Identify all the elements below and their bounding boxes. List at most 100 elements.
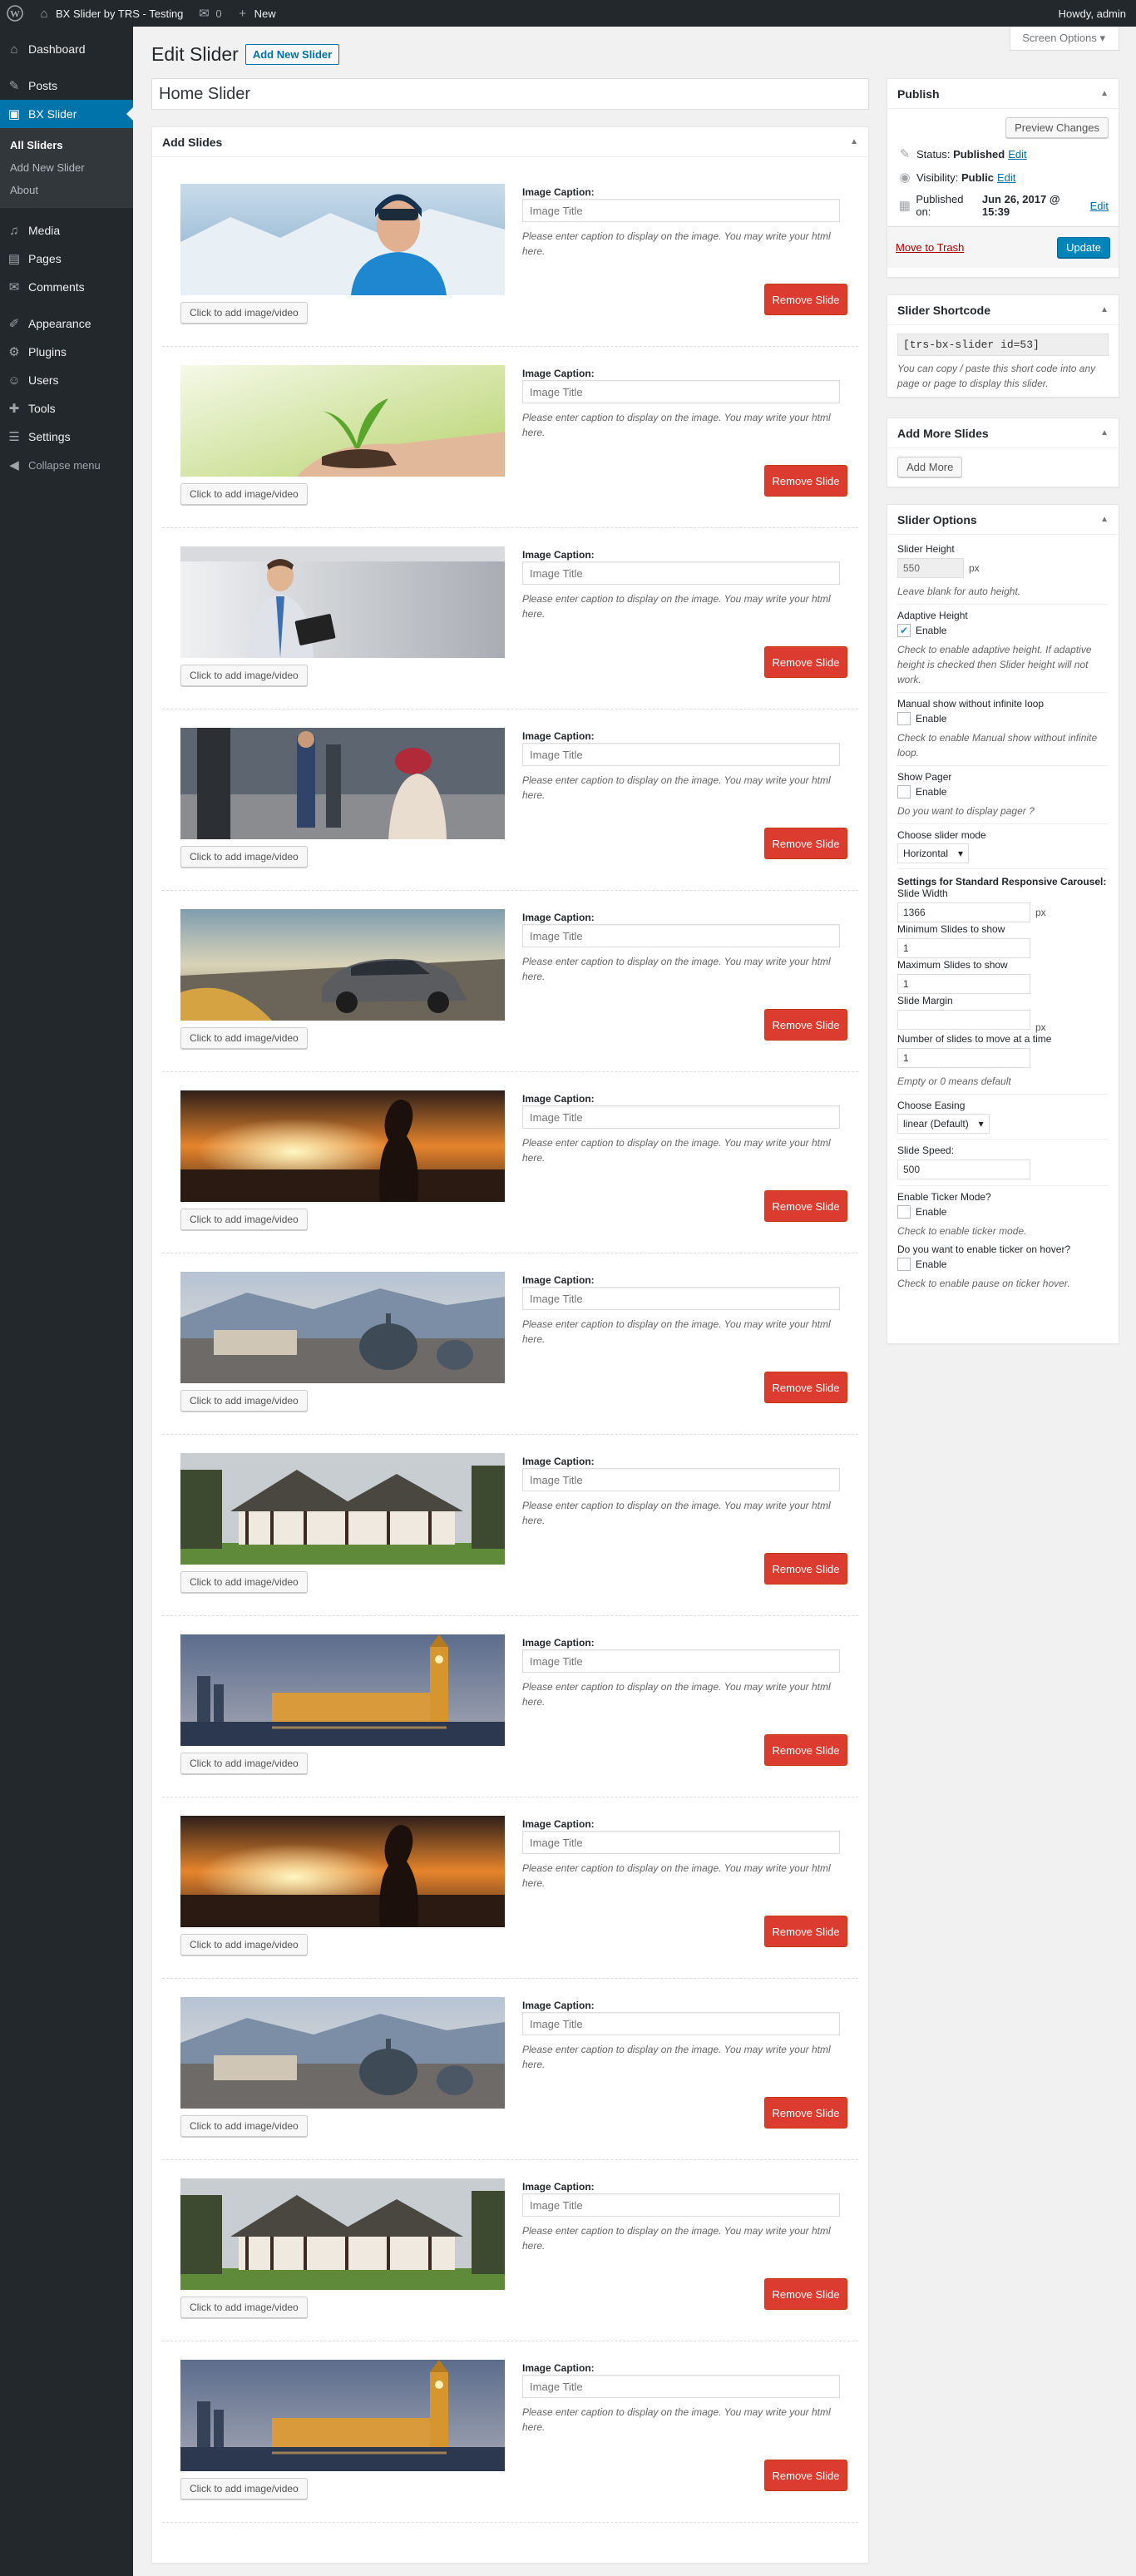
- comments-link[interactable]: ✉ 0: [190, 0, 228, 27]
- ticker-hover-checkbox[interactable]: [897, 1258, 911, 1271]
- slide-image[interactable]: [180, 728, 505, 839]
- slide-image[interactable]: [180, 1090, 505, 1202]
- sidebar-item-users[interactable]: ☺ Users: [0, 366, 133, 394]
- howdy-account[interactable]: Howdy, admin: [1052, 0, 1136, 27]
- remove-slide-button[interactable]: Remove Slide: [764, 1916, 847, 1947]
- image-caption-input[interactable]: [522, 561, 840, 585]
- collapse-menu-button[interactable]: ◀ Collapse menu: [0, 451, 133, 479]
- image-caption-input[interactable]: [522, 2012, 840, 2035]
- collapse-arrow-icon[interactable]: ▲: [850, 137, 858, 146]
- remove-slide-button[interactable]: Remove Slide: [764, 2460, 847, 2491]
- preview-changes-button[interactable]: Preview Changes: [1005, 117, 1109, 138]
- sidebar-item-pages[interactable]: ▤ Pages: [0, 245, 133, 273]
- image-caption-input[interactable]: [522, 199, 840, 222]
- slider-height-input[interactable]: 550: [897, 558, 964, 578]
- edit-visibility-link[interactable]: Edit: [997, 171, 1015, 184]
- sidebar-item-media[interactable]: ♫ Media: [0, 216, 133, 245]
- add-new-slider-button[interactable]: Add New Slider: [244, 44, 340, 65]
- image-caption-input[interactable]: [522, 1468, 840, 1491]
- submenu-all-sliders[interactable]: All Sliders: [0, 134, 133, 156]
- add-image-video-button[interactable]: Click to add image/video: [180, 1390, 308, 1412]
- add-image-video-button[interactable]: Click to add image/video: [180, 665, 308, 686]
- sidebar-item-comments[interactable]: ✉ Comments: [0, 273, 133, 301]
- add-image-video-button[interactable]: Click to add image/video: [180, 1571, 308, 1593]
- image-caption-input[interactable]: [522, 380, 840, 403]
- add-image-video-button[interactable]: Click to add image/video: [180, 483, 308, 505]
- image-caption-input[interactable]: [522, 2193, 840, 2217]
- slide-image[interactable]: [180, 1634, 505, 1746]
- show-pager-checkbox[interactable]: [897, 785, 911, 799]
- max-slides-input[interactable]: 1: [897, 974, 1030, 994]
- image-caption-input[interactable]: [522, 2375, 840, 2398]
- move-slides-input[interactable]: 1: [897, 1048, 1030, 1068]
- slide-image[interactable]: [180, 2178, 505, 2290]
- shortcode-header[interactable]: Slider Shortcode ▲: [887, 295, 1119, 325]
- remove-slide-button[interactable]: Remove Slide: [764, 1734, 847, 1766]
- sidebar-item-dashboard[interactable]: ⌂ Dashboard: [0, 35, 133, 63]
- slide-image[interactable]: [180, 1272, 505, 1383]
- shortcode-field[interactable]: [trs-bx-slider id=53]: [897, 334, 1109, 356]
- remove-slide-button[interactable]: Remove Slide: [764, 1553, 847, 1585]
- add-image-video-button[interactable]: Click to add image/video: [180, 1753, 308, 1774]
- screen-options-toggle[interactable]: Screen Options ▾: [1010, 27, 1119, 51]
- slide-image[interactable]: [180, 2360, 505, 2471]
- slide-width-input[interactable]: 1366: [897, 902, 1030, 922]
- collapse-arrow-icon[interactable]: ▲: [1100, 428, 1109, 438]
- add-more-button[interactable]: Add More: [897, 457, 963, 477]
- image-caption-input[interactable]: [522, 1649, 840, 1673]
- post-title-input[interactable]: Home Slider: [151, 78, 869, 110]
- sidebar-item-bx-slider[interactable]: ▣ BX Slider: [0, 100, 133, 128]
- slide-speed-input[interactable]: 500: [897, 1159, 1030, 1179]
- remove-slide-button[interactable]: Remove Slide: [764, 646, 847, 678]
- slide-margin-input[interactable]: [897, 1010, 1030, 1030]
- edit-date-link[interactable]: Edit: [1090, 200, 1109, 212]
- update-button[interactable]: Update: [1057, 237, 1110, 258]
- sidebar-item-posts[interactable]: ✎ Posts: [0, 72, 133, 100]
- remove-slide-button[interactable]: Remove Slide: [764, 2278, 847, 2310]
- add-image-video-button[interactable]: Click to add image/video: [180, 1209, 308, 1230]
- slide-image[interactable]: [180, 546, 505, 658]
- add-image-video-button[interactable]: Click to add image/video: [180, 2478, 308, 2499]
- sidebar-item-plugins[interactable]: ⚙ Plugins: [0, 338, 133, 366]
- min-slides-input[interactable]: 1: [897, 938, 1030, 958]
- add-image-video-button[interactable]: Click to add image/video: [180, 2115, 308, 2137]
- manual-show-checkbox[interactable]: [897, 712, 911, 725]
- sidebar-item-appearance[interactable]: ✐ Appearance: [0, 309, 133, 338]
- collapse-arrow-icon[interactable]: ▲: [1100, 515, 1109, 524]
- remove-slide-button[interactable]: Remove Slide: [764, 284, 847, 315]
- easing-select[interactable]: linear (Default): [897, 1114, 990, 1134]
- add-image-video-button[interactable]: Click to add image/video: [180, 846, 308, 868]
- image-caption-input[interactable]: [522, 924, 840, 947]
- remove-slide-button[interactable]: Remove Slide: [764, 828, 847, 859]
- slide-image[interactable]: [180, 1816, 505, 1927]
- image-caption-input[interactable]: [522, 1105, 840, 1129]
- collapse-arrow-icon[interactable]: ▲: [1100, 305, 1109, 314]
- wordpress-logo-icon[interactable]: W: [0, 0, 30, 27]
- sidebar-item-settings[interactable]: ☰ Settings: [0, 423, 133, 451]
- collapse-arrow-icon[interactable]: ▲: [1100, 89, 1109, 98]
- move-to-trash-link[interactable]: Move to Trash: [896, 241, 964, 254]
- slide-image[interactable]: [180, 184, 505, 295]
- add-image-video-button[interactable]: Click to add image/video: [180, 1027, 308, 1049]
- slide-image[interactable]: [180, 909, 505, 1021]
- submenu-about[interactable]: About: [0, 179, 133, 201]
- sidebar-item-tools[interactable]: ✚ Tools: [0, 394, 133, 423]
- add-slides-header[interactable]: Add Slides ▲: [152, 127, 868, 157]
- site-name-link[interactable]: ⌂ BX Slider by TRS - Testing: [30, 0, 190, 27]
- adaptive-height-checkbox[interactable]: ✔: [897, 624, 911, 637]
- add-image-video-button[interactable]: Click to add image/video: [180, 2297, 308, 2318]
- publish-header[interactable]: Publish ▲: [887, 79, 1119, 109]
- image-caption-input[interactable]: [522, 743, 840, 766]
- add-more-header[interactable]: Add More Slides ▲: [887, 418, 1119, 448]
- image-caption-input[interactable]: [522, 1831, 840, 1854]
- ticker-checkbox[interactable]: [897, 1205, 911, 1219]
- slider-mode-select[interactable]: Horizontal: [897, 843, 970, 863]
- remove-slide-button[interactable]: Remove Slide: [764, 465, 847, 497]
- remove-slide-button[interactable]: Remove Slide: [764, 1190, 847, 1222]
- submenu-add-new-slider[interactable]: Add New Slider: [0, 156, 133, 179]
- add-image-video-button[interactable]: Click to add image/video: [180, 1934, 308, 1955]
- remove-slide-button[interactable]: Remove Slide: [764, 1009, 847, 1041]
- options-header[interactable]: Slider Options ▲: [887, 505, 1119, 535]
- remove-slide-button[interactable]: Remove Slide: [764, 2097, 847, 2129]
- slide-image[interactable]: [180, 365, 505, 477]
